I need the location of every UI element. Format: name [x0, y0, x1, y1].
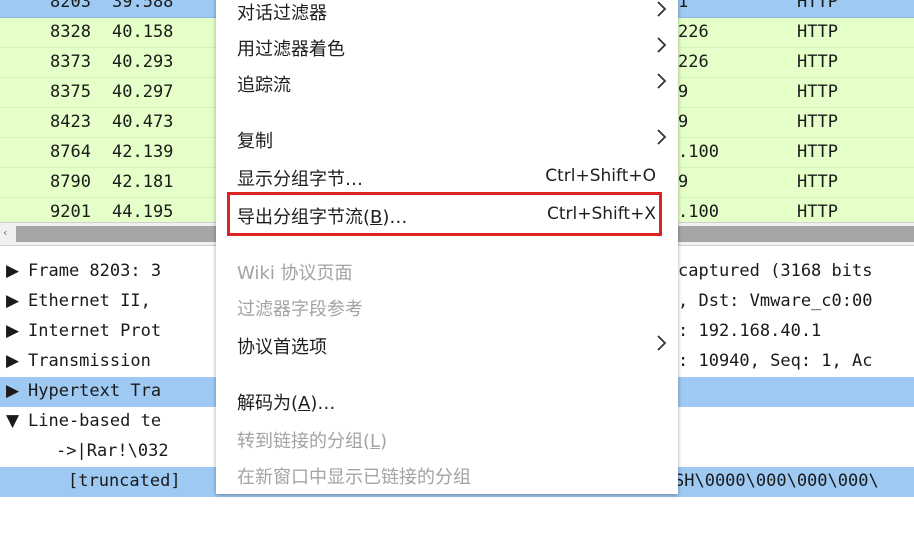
menu-item-conversation-filter[interactable]: 对话过滤器 — [216, 0, 678, 26]
packet-number: 8373 — [50, 52, 91, 72]
context-menu[interactable]: 对话过滤器 用过滤器着色 追踪流 复制 显示分组字节… Ctrl+Shift+O… — [216, 0, 678, 494]
packet-time: 40.297 — [112, 82, 174, 102]
expand-triangle-icon[interactable]: ▶ — [6, 351, 19, 371]
tree-row-label: Frame 8203: 3 — [28, 261, 162, 281]
menu-item-label: 追踪流 — [237, 75, 291, 96]
chevron-right-icon — [657, 335, 667, 351]
menu-item-label: 在新窗口中显示已链接的分组 — [237, 467, 471, 488]
packet-destination: .100 — [678, 202, 719, 222]
menu-item-label: 显示分组字节… — [237, 169, 363, 190]
expand-triangle-icon[interactable]: ▶ — [6, 261, 19, 281]
packet-time: 44.195 — [112, 202, 174, 222]
menu-item-show-linked-in-new-window: 在新窗口中显示已链接的分组 — [216, 456, 678, 490]
tree-row-label: ->|Rar!\032 — [56, 441, 169, 461]
packet-destination: 226 — [678, 22, 709, 42]
menu-item-label: 用过滤器着色 — [237, 39, 345, 60]
packet-number: 8328 — [50, 22, 91, 42]
packet-protocol: HTTP — [797, 172, 838, 192]
menu-item-go-to-linked-packet: 转到链接的分组(L) — [216, 420, 678, 454]
label-part: 转到链接的分组( — [237, 431, 371, 452]
packet-protocol: HTTP — [797, 82, 838, 102]
tree-row-detail: : 10940, Seq: 1, Ac — [678, 351, 873, 371]
menu-item-decode-as[interactable]: 解码为(A)… — [216, 382, 678, 416]
expand-triangle-icon[interactable]: ▶ — [6, 291, 19, 311]
menu-item-label: 解码为(A)… — [237, 389, 335, 415]
mnemonic-key: B — [370, 207, 383, 228]
label-part: 解码为( — [237, 393, 299, 414]
tree-row-detail: , Dst: Vmware_c0:00 — [678, 291, 873, 311]
packet-time: 42.181 — [112, 172, 174, 192]
packet-protocol: HTTP — [797, 0, 838, 12]
tree-row-label: Ethernet II, — [28, 291, 151, 311]
packet-number: 8764 — [50, 142, 91, 162]
tree-row-detail: : 192.168.40.1 — [678, 321, 822, 341]
packet-time: 40.293 — [112, 52, 174, 72]
expand-triangle-icon[interactable]: ▶ — [6, 381, 19, 401]
tree-row-label: Hypertext Tra — [28, 381, 162, 401]
menu-item-show-packet-bytes[interactable]: 显示分组字节… Ctrl+Shift+O — [216, 158, 678, 192]
menu-item-shortcut: Ctrl+Shift+O — [545, 166, 656, 186]
tree-row-detail: captured (3168 bits — [678, 261, 873, 281]
tree-row-detail: SH\0000\000\000\000\ — [674, 471, 879, 491]
menu-item-label: 过滤器字段参考 — [237, 299, 363, 320]
mnemonic-key: L — [370, 431, 381, 452]
tree-row-label: Line-based te — [28, 411, 162, 431]
expand-triangle-icon[interactable]: ▶ — [6, 321, 19, 341]
chevron-right-icon — [657, 129, 667, 145]
mnemonic-key: A — [298, 393, 311, 414]
packet-destination: 9 — [678, 172, 689, 192]
collapse-triangle-icon[interactable]: ▼ — [6, 411, 19, 431]
menu-item-label: 协议首选项 — [237, 337, 327, 358]
packet-number: 8423 — [50, 112, 91, 132]
menu-item-protocol-preferences[interactable]: 协议首选项 — [216, 326, 678, 360]
packet-time: 42.139 — [112, 142, 174, 162]
packet-destination: 9 — [678, 82, 689, 102]
menu-item-wiki-protocol-page: Wiki 协议页面 — [216, 252, 678, 286]
packet-destination: 9 — [678, 112, 689, 132]
menu-item-label: 导出分组字节流(B)… — [237, 203, 407, 229]
packet-protocol: HTTP — [797, 52, 838, 72]
menu-item-shortcut: Ctrl+Shift+X — [546, 204, 656, 224]
menu-item-label: 转到链接的分组(L) — [237, 427, 387, 453]
label-part: 导出分组字节流( — [237, 207, 371, 228]
menu-item-filter-field-reference: 过滤器字段参考 — [216, 288, 678, 322]
menu-item-colorize-filter[interactable]: 用过滤器着色 — [216, 28, 678, 62]
packet-number: 8790 — [50, 172, 91, 192]
menu-item-label: 复制 — [237, 131, 273, 152]
label-part: ) — [380, 431, 388, 452]
packet-protocol: HTTP — [797, 112, 838, 132]
chevron-right-icon — [657, 73, 667, 89]
packet-number: 8203 — [50, 0, 91, 12]
packet-protocol: HTTP — [797, 202, 838, 222]
packet-protocol: HTTP — [797, 22, 838, 42]
menu-item-export-packet-bytes[interactable]: 导出分组字节流(B)… Ctrl+Shift+X — [216, 196, 678, 230]
tree-row-label: Internet Prot — [28, 321, 162, 341]
chevron-right-icon — [657, 1, 667, 17]
label-part: )… — [310, 393, 336, 414]
packet-destination: 226 — [678, 52, 709, 72]
menu-item-label: 对话过滤器 — [237, 3, 327, 24]
packet-number: 8375 — [50, 82, 91, 102]
packet-time: 40.158 — [112, 22, 174, 42]
packet-protocol: HTTP — [797, 142, 838, 162]
packet-time: 39.588 — [112, 0, 174, 12]
menu-item-follow-stream[interactable]: 追踪流 — [216, 64, 678, 98]
tree-row-label: Transmission — [28, 351, 151, 371]
chevron-right-icon — [657, 37, 667, 53]
packet-destination: 1 — [678, 0, 689, 12]
tree-row-label: [truncated] — [68, 471, 181, 491]
scroll-left-icon[interactable]: ‹ — [3, 226, 7, 239]
packet-time: 40.473 — [112, 112, 174, 132]
menu-item-copy[interactable]: 复制 — [216, 120, 678, 154]
label-part: )… — [382, 207, 408, 228]
packet-destination: .100 — [678, 142, 719, 162]
menu-item-label: Wiki 协议页面 — [237, 263, 353, 284]
packet-number: 9201 — [50, 202, 91, 222]
